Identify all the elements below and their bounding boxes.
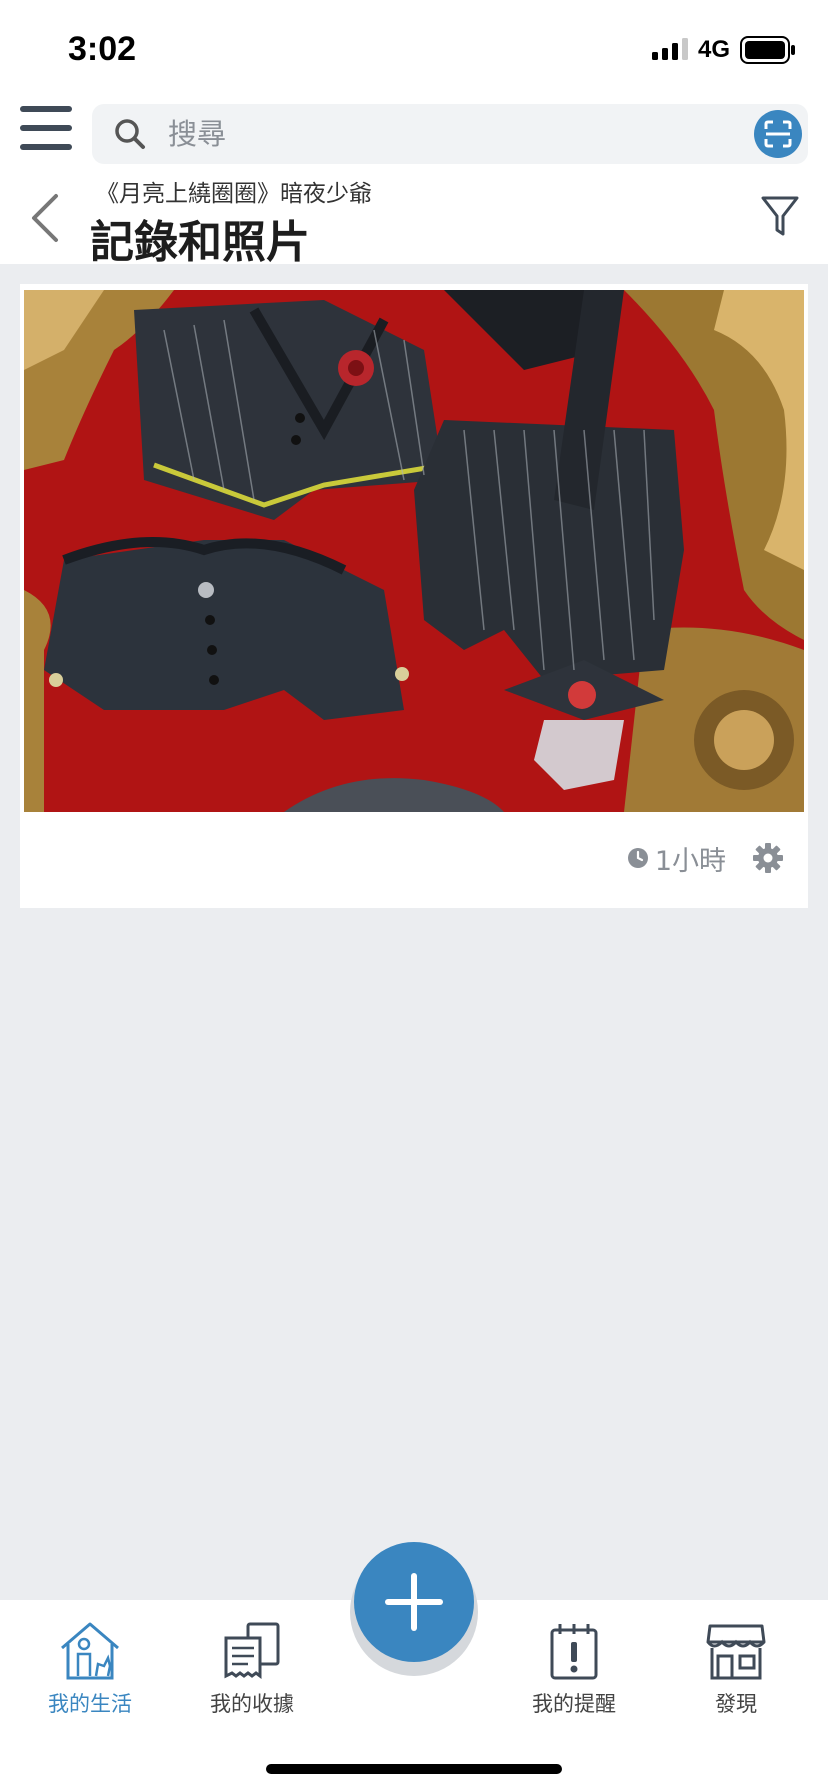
status-bar: 3:02 4G xyxy=(0,0,828,92)
home-indicator[interactable] xyxy=(266,1764,562,1774)
breadcrumb[interactable]: 《月亮上繞圈圈》暗夜少爺 xyxy=(96,174,372,208)
search-icon xyxy=(115,119,145,149)
cellular-signal-icon xyxy=(652,38,688,60)
home-person-icon xyxy=(61,1622,119,1680)
nav-item-discover[interactable]: 發現 xyxy=(666,1620,806,1718)
reminder-icon xyxy=(550,1624,598,1680)
scan-button[interactable] xyxy=(754,110,802,158)
nav-item-my-life[interactable]: 我的生活 xyxy=(20,1620,160,1718)
nav-item-my-receipts[interactable]: 我的收據 xyxy=(182,1620,322,1718)
nav-label-my-receipts: 我的收據 xyxy=(210,1692,294,1716)
nav-label-my-reminders: 我的提醒 xyxy=(532,1692,616,1716)
network-type-label: 4G xyxy=(698,36,731,63)
record-card[interactable]: 1小時 xyxy=(20,284,808,908)
search-input[interactable] xyxy=(168,112,728,156)
nav-label-discover: 發現 xyxy=(715,1692,757,1716)
status-time: 3:02 xyxy=(68,30,137,68)
store-icon xyxy=(706,1624,766,1680)
search-bar[interactable] xyxy=(92,104,808,164)
nav-item-my-reminders[interactable]: 我的提醒 xyxy=(504,1620,644,1718)
record-meta: 1小時 xyxy=(627,840,784,877)
gear-icon[interactable] xyxy=(752,842,784,874)
scan-icon xyxy=(764,120,792,148)
time-ago: 1小時 xyxy=(654,845,726,877)
receipts-icon xyxy=(224,1622,280,1679)
plus-icon xyxy=(385,1573,443,1631)
header: 《月亮上繞圈圈》暗夜少爺 記錄和照片 xyxy=(0,92,828,268)
hamburger-menu-icon[interactable] xyxy=(18,102,74,154)
add-record-button[interactable] xyxy=(354,1542,474,1662)
back-chevron-icon[interactable] xyxy=(26,192,66,244)
clock-icon xyxy=(627,848,648,868)
filter-icon[interactable] xyxy=(760,194,800,238)
nav-label-my-life: 我的生活 xyxy=(48,1692,132,1716)
page-title: 記錄和照片 xyxy=(90,217,310,268)
battery-icon xyxy=(740,36,795,64)
record-photo[interactable] xyxy=(24,290,804,812)
